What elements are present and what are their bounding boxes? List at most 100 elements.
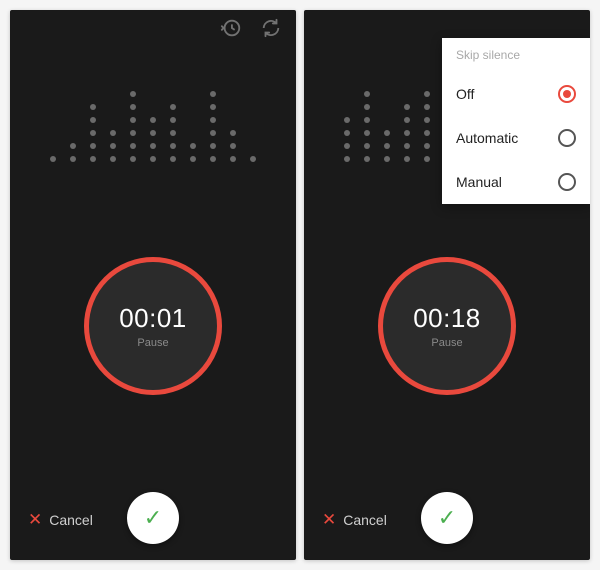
viz-dot bbox=[404, 104, 410, 110]
viz-dot bbox=[344, 156, 350, 162]
viz-dot bbox=[230, 143, 236, 149]
viz-column bbox=[130, 91, 136, 162]
viz-dot bbox=[170, 130, 176, 136]
recorder-screen-left: 00:01 Pause ✕ Cancel ✓ bbox=[10, 10, 296, 560]
viz-dot bbox=[230, 156, 236, 162]
viz-dot bbox=[150, 130, 156, 136]
viz-column bbox=[90, 91, 96, 162]
viz-dot bbox=[364, 104, 370, 110]
viz-dot bbox=[344, 143, 350, 149]
menu-title: Skip silence bbox=[442, 38, 590, 72]
viz-dot bbox=[90, 156, 96, 162]
viz-dot bbox=[90, 104, 96, 110]
viz-column bbox=[344, 91, 350, 162]
confirm-button[interactable]: ✓ bbox=[127, 492, 179, 544]
option-label: Automatic bbox=[456, 130, 518, 146]
confirm-button[interactable]: ✓ bbox=[421, 492, 473, 544]
viz-dot bbox=[130, 104, 136, 110]
radio-icon bbox=[558, 173, 576, 191]
viz-dot bbox=[364, 91, 370, 97]
skip-silence-option-off[interactable]: Off bbox=[442, 72, 590, 116]
cancel-button[interactable]: ✕ Cancel bbox=[322, 510, 387, 530]
viz-dot bbox=[210, 117, 216, 123]
skip-silence-menu: Skip silence Off Automatic Manual bbox=[442, 38, 590, 204]
record-area: 00:18 Pause bbox=[304, 172, 590, 480]
viz-dot bbox=[424, 117, 430, 123]
viz-dot bbox=[210, 91, 216, 97]
viz-dot bbox=[110, 143, 116, 149]
viz-dot bbox=[230, 130, 236, 136]
viz-column bbox=[424, 91, 430, 162]
viz-dot bbox=[364, 143, 370, 149]
close-icon: ✕ bbox=[28, 510, 42, 530]
close-icon: ✕ bbox=[322, 510, 336, 530]
elapsed-time: 00:18 bbox=[413, 303, 481, 334]
radio-icon bbox=[558, 85, 576, 103]
viz-dot bbox=[70, 143, 76, 149]
history-icon[interactable] bbox=[220, 17, 242, 39]
viz-dot bbox=[150, 117, 156, 123]
viz-dot bbox=[404, 117, 410, 123]
viz-dot bbox=[210, 104, 216, 110]
viz-column bbox=[50, 91, 56, 162]
viz-dot bbox=[210, 130, 216, 136]
radio-icon bbox=[558, 129, 576, 147]
viz-dot bbox=[170, 156, 176, 162]
viz-dot bbox=[90, 117, 96, 123]
viz-column bbox=[230, 91, 236, 162]
viz-dot bbox=[344, 130, 350, 136]
viz-dot bbox=[384, 143, 390, 149]
check-icon: ✓ bbox=[438, 505, 456, 531]
audio-visualizer bbox=[10, 91, 296, 162]
skip-silence-option-manual[interactable]: Manual bbox=[442, 160, 590, 204]
sync-icon[interactable] bbox=[260, 17, 282, 39]
option-label: Off bbox=[456, 86, 474, 102]
cancel-button[interactable]: ✕ Cancel bbox=[28, 510, 93, 530]
viz-column bbox=[70, 91, 76, 162]
skip-silence-option-automatic[interactable]: Automatic bbox=[442, 116, 590, 160]
pause-button[interactable]: 00:18 Pause bbox=[378, 257, 516, 395]
viz-dot bbox=[364, 156, 370, 162]
viz-dot bbox=[110, 156, 116, 162]
viz-dot bbox=[250, 156, 256, 162]
viz-column bbox=[404, 91, 410, 162]
viz-dot bbox=[424, 143, 430, 149]
viz-dot bbox=[424, 156, 430, 162]
viz-column bbox=[110, 91, 116, 162]
viz-column bbox=[250, 91, 256, 162]
viz-column bbox=[364, 91, 370, 162]
viz-dot bbox=[70, 156, 76, 162]
viz-dot bbox=[404, 156, 410, 162]
viz-dot bbox=[130, 91, 136, 97]
viz-dot bbox=[344, 117, 350, 123]
bottom-bar: ✕ Cancel ✓ bbox=[304, 480, 590, 560]
viz-dot bbox=[130, 143, 136, 149]
viz-dot bbox=[90, 143, 96, 149]
viz-dot bbox=[90, 130, 96, 136]
viz-dot bbox=[170, 117, 176, 123]
viz-column bbox=[150, 91, 156, 162]
viz-dot bbox=[404, 130, 410, 136]
viz-dot bbox=[150, 156, 156, 162]
viz-dot bbox=[170, 143, 176, 149]
pause-button[interactable]: 00:01 Pause bbox=[84, 257, 222, 395]
viz-dot bbox=[50, 156, 56, 162]
viz-dot bbox=[210, 156, 216, 162]
viz-dot bbox=[130, 130, 136, 136]
elapsed-time: 00:01 bbox=[119, 303, 187, 334]
viz-column bbox=[190, 91, 196, 162]
option-label: Manual bbox=[456, 174, 502, 190]
viz-column bbox=[384, 91, 390, 162]
viz-dot bbox=[364, 130, 370, 136]
recorder-screen-right: Skip silence Off Automatic Manual 00:18 Pa… bbox=[304, 10, 590, 560]
viz-column bbox=[210, 91, 216, 162]
viz-dot bbox=[364, 117, 370, 123]
viz-dot bbox=[384, 130, 390, 136]
topbar bbox=[10, 10, 296, 46]
viz-dot bbox=[190, 143, 196, 149]
viz-dot bbox=[424, 91, 430, 97]
check-icon: ✓ bbox=[144, 505, 162, 531]
viz-dot bbox=[424, 104, 430, 110]
record-area: 00:01 Pause bbox=[10, 172, 296, 480]
viz-dot bbox=[404, 143, 410, 149]
